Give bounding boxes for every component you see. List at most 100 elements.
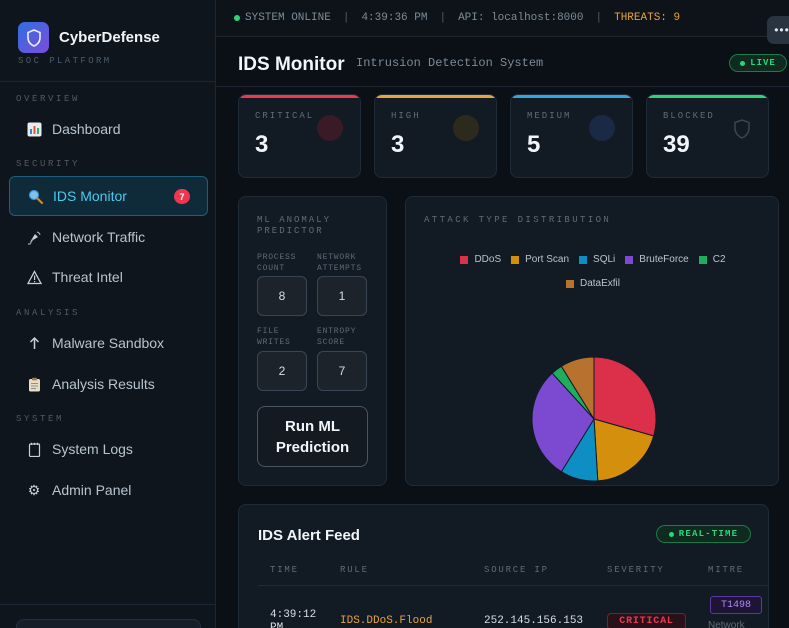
- status-bar: SYSTEM ONLINE | 4:39:36 PM | API: localh…: [216, 0, 789, 37]
- accent-bar: [511, 95, 632, 98]
- brand-subtitle: SOC PLATFORM: [18, 56, 112, 66]
- sidebar-item-label: System Logs: [52, 441, 133, 457]
- file-writes-input[interactable]: 2: [257, 351, 307, 391]
- process-count-input[interactable]: 8: [257, 276, 307, 316]
- shield-icon: [734, 119, 750, 139]
- column-header[interactable]: MITRE: [708, 565, 744, 575]
- more-options-button[interactable]: •••: [767, 16, 789, 44]
- sidebar-item-ids-monitor[interactable]: IDS Monitor 7: [9, 176, 208, 216]
- panel-title: ML ANOMALY PREDICTOR: [257, 215, 332, 236]
- warning-icon: [25, 268, 43, 286]
- ids-alert-feed: IDS Alert Feed REAL-TIME TIME RULE SOURC…: [238, 504, 769, 628]
- notepad-icon: [25, 440, 43, 458]
- pie-chart: [531, 356, 657, 482]
- sidebar-item-dashboard[interactable]: Dashboard: [9, 109, 208, 149]
- stat-label: BLOCKED: [663, 111, 715, 121]
- field-label: PROCESS COUNT: [257, 253, 297, 273]
- stat-value: 3: [255, 131, 269, 158]
- live-badge: LIVE: [729, 54, 787, 72]
- sidebar-item-malware-sandbox[interactable]: Malware Sandbox: [9, 323, 208, 363]
- realtime-label: REAL-TIME: [678, 529, 739, 539]
- run-ml-prediction-button[interactable]: Run ML Prediction: [257, 406, 368, 467]
- page-subtitle: Intrusion Detection System: [356, 56, 544, 70]
- critical-circle-icon: [317, 115, 343, 141]
- upload-icon: [25, 334, 43, 352]
- stat-card-medium: MEDIUM 5: [510, 94, 633, 178]
- live-label: LIVE: [750, 58, 776, 68]
- divider: [216, 86, 789, 87]
- sidebar-item-label: Threat Intel: [52, 269, 123, 285]
- column-header[interactable]: RULE: [340, 565, 369, 575]
- clipboard-icon: [25, 375, 43, 393]
- section-overview: OVERVIEW: [16, 94, 81, 104]
- section-analysis: ANALYSIS: [16, 308, 81, 318]
- sidebar-item-system-logs[interactable]: System Logs: [9, 429, 208, 469]
- accent-bar: [239, 95, 360, 98]
- alert-time: 4:39:12: [270, 609, 317, 621]
- brand-name: CyberDefense: [59, 29, 160, 46]
- separator: |: [595, 12, 603, 24]
- stat-label: MEDIUM: [527, 111, 572, 121]
- user-card[interactable]: [16, 619, 201, 628]
- stat-card-critical: CRITICAL 3: [238, 94, 361, 178]
- sidebar-item-analysis-results[interactable]: Analysis Results: [9, 364, 208, 404]
- sidebar-item-admin-panel[interactable]: ⚙ Admin Panel: [9, 470, 208, 510]
- threat-count: THREATS: 9: [614, 12, 681, 24]
- stat-value: 39: [663, 131, 690, 158]
- column-header[interactable]: TIME: [270, 565, 299, 575]
- sidebar-item-network-traffic[interactable]: Network Traffic: [9, 217, 208, 257]
- divider: [0, 604, 216, 605]
- mitre-tag[interactable]: T1498: [710, 596, 762, 614]
- online-indicator-icon: [234, 15, 240, 21]
- live-dot-icon: [740, 60, 746, 66]
- alert-rule: IDS.DDoS.Flood: [340, 615, 433, 627]
- sidebar-item-label: Admin Panel: [52, 482, 132, 498]
- entropy-score-input[interactable]: 7: [317, 351, 367, 391]
- field-label: FILE WRITES: [257, 327, 291, 347]
- field-label: ENTROPY SCORE: [317, 327, 357, 347]
- stat-card-high: HIGH 3: [374, 94, 497, 178]
- sidebar-item-threat-intel[interactable]: Threat Intel: [9, 257, 208, 297]
- sidebar-item-label: Network Traffic: [52, 229, 146, 245]
- realtime-dot-icon: [668, 531, 674, 537]
- shield-logo-icon: [18, 22, 49, 53]
- section-system: SYSTEM: [16, 414, 65, 424]
- satellite-icon: [25, 228, 43, 246]
- attack-distribution-panel: ATTACK TYPE DISTRIBUTION DDoS Port Scan SQ…: [405, 196, 779, 486]
- system-status: SYSTEM ONLINE: [245, 12, 331, 24]
- sidebar-item-label: Analysis Results: [52, 376, 155, 392]
- realtime-badge: REAL-TIME: [656, 525, 751, 543]
- magnifier-icon: [26, 187, 44, 205]
- separator: |: [439, 12, 447, 24]
- alert-count-badge: 7: [174, 189, 190, 204]
- gear-icon: ⚙: [27, 481, 41, 498]
- high-circle-icon: [453, 115, 479, 141]
- bar-chart-icon: [25, 120, 43, 138]
- sidebar: CyberDefense SOC PLATFORM OVERVIEW Dashb…: [0, 0, 216, 628]
- sidebar-item-label: Malware Sandbox: [52, 335, 165, 351]
- api-endpoint: API: localhost:8000: [458, 12, 584, 24]
- sidebar-item-label: IDS Monitor: [53, 188, 127, 204]
- separator: |: [342, 12, 350, 24]
- column-header[interactable]: SOURCE IP: [484, 565, 549, 575]
- feed-title: IDS Alert Feed: [258, 527, 360, 544]
- stat-card-blocked: BLOCKED 39: [646, 94, 769, 178]
- severity-badge: CRITICAL: [607, 613, 686, 628]
- page-title: IDS Monitor: [238, 54, 345, 75]
- section-security: SECURITY: [16, 159, 81, 169]
- source-ip: 252.145.156.153: [484, 615, 584, 627]
- column-header[interactable]: SEVERITY: [607, 565, 665, 575]
- divider: [258, 585, 768, 586]
- stat-value: 3: [391, 131, 405, 158]
- stat-label: HIGH: [391, 111, 421, 121]
- sidebar-item-label: Dashboard: [52, 121, 121, 137]
- stat-value: 5: [527, 131, 541, 158]
- stat-label: CRITICAL: [255, 111, 315, 121]
- brand[interactable]: CyberDefense: [18, 22, 160, 53]
- mitre-tactic: Network: [708, 620, 745, 628]
- clock: 4:39:36 PM: [361, 12, 428, 24]
- divider: [0, 81, 216, 82]
- field-label: NETWORK ATTEMPTS: [317, 253, 362, 273]
- network-attempts-input[interactable]: 1: [317, 276, 367, 316]
- alert-time-period: PM: [270, 622, 284, 628]
